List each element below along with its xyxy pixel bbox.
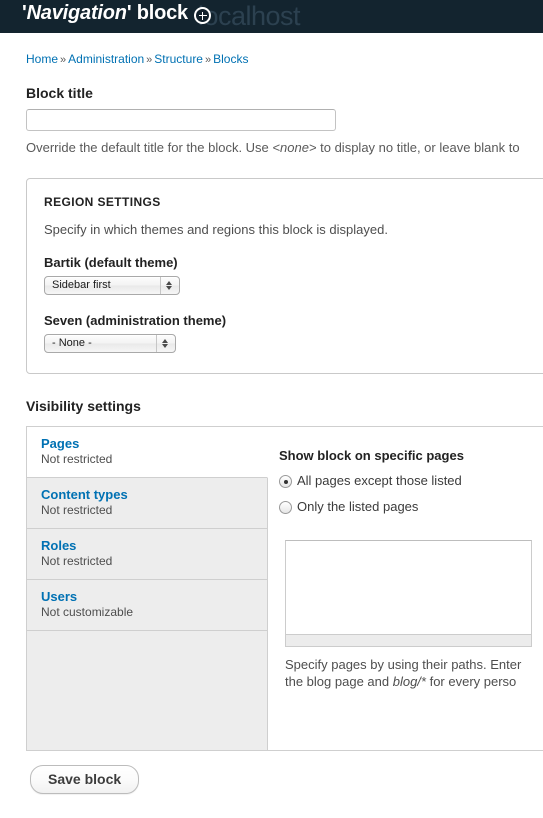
breadcrumb-item-home[interactable]: Home — [26, 52, 58, 66]
breadcrumb-separator: » — [60, 54, 67, 66]
bartik-region-select-value: Sidebar first — [52, 279, 111, 291]
block-title-description-part1: Override the default title for the block… — [26, 140, 273, 155]
bartik-theme-label: Bartik (default theme) — [44, 255, 178, 270]
breadcrumb-item-administration[interactable]: Administration — [68, 52, 144, 66]
region-settings-fieldset: REGION SETTINGS Specify in which themes … — [26, 178, 543, 374]
pages-pane-description-code: blog/* — [392, 674, 426, 689]
radio-all-pages-except-indicator[interactable] — [279, 475, 292, 488]
block-title-label: Block title — [26, 85, 93, 101]
tab-pages-summary: Not restricted — [41, 452, 113, 466]
tab-roles-title: Roles — [41, 538, 77, 553]
tab-users[interactable]: Users Not customizable — [27, 580, 267, 631]
chevron-updown-icon — [160, 277, 178, 294]
chevron-updown-icon — [156, 335, 174, 352]
pages-pane-title: Show block on specific pages — [279, 448, 464, 463]
bartik-region-select[interactable]: Sidebar first — [44, 276, 180, 295]
page-title-emphasis: Navigation — [26, 2, 127, 24]
seven-region-select[interactable]: - None - — [44, 334, 176, 353]
pages-textarea[interactable] — [285, 540, 532, 635]
textarea-resize-grip[interactable] — [285, 635, 532, 647]
breadcrumb-item-structure[interactable]: Structure — [154, 52, 203, 66]
page-title-suffix: ' block — [126, 2, 188, 24]
tab-pages[interactable]: Pages Not restricted — [27, 427, 268, 478]
breadcrumb: Home» Administration» Structure» Blocks — [26, 52, 543, 66]
pages-tab-pane: Show block on specific pages All pages e… — [268, 427, 543, 750]
vertical-tabs-list: Pages Not restricted Content types Not r… — [27, 427, 268, 750]
pages-textarea-wrap — [285, 540, 532, 647]
header-watermark: localhost — [198, 1, 301, 31]
page-title: 'Navigation' block — [22, 2, 188, 25]
tab-roles[interactable]: Roles Not restricted — [27, 529, 267, 580]
radio-option-only-listed[interactable]: Only the listed pages — [279, 499, 543, 515]
block-title-description: Override the default title for the block… — [26, 140, 543, 156]
tab-content-types-title: Content types — [41, 487, 128, 502]
seven-theme-label: Seven (administration theme) — [44, 313, 227, 328]
radio-only-listed-label: Only the listed pages — [297, 499, 419, 514]
seven-region-select-value: - None - — [52, 337, 92, 349]
radio-all-pages-except-label: All pages except those listed — [297, 473, 462, 488]
block-title-description-code: <none> — [272, 140, 317, 155]
page-content: Home» Administration» Structure» Blocks Blo… — [0, 52, 543, 794]
visibility-vertical-tabs: Pages Not restricted Content types Not r… — [26, 426, 543, 751]
region-settings-legend: REGION SETTINGS — [44, 195, 161, 209]
pages-pane-description-line2-part2: for every perso — [425, 674, 517, 689]
block-title-input[interactable] — [26, 109, 336, 131]
radio-only-listed-indicator[interactable] — [279, 501, 292, 514]
tab-content-types[interactable]: Content types Not restricted — [27, 478, 267, 529]
crosshair-circle-icon — [194, 7, 211, 24]
tab-roles-summary: Not restricted — [41, 554, 113, 568]
tab-users-summary: Not customizable — [41, 605, 134, 619]
block-title-description-part2: to display no title, or leave blank to — [316, 140, 520, 155]
save-block-button[interactable]: Save block — [30, 765, 140, 794]
breadcrumb-separator: » — [146, 54, 153, 66]
breadcrumb-item-blocks[interactable]: Blocks — [213, 52, 248, 66]
region-settings-description: Specify in which themes and regions this… — [44, 222, 388, 237]
radio-option-all-pages-except[interactable]: All pages except those listed — [279, 473, 543, 489]
tab-pages-title: Pages — [41, 436, 80, 451]
pages-pane-description-line2-part1: the blog page and — [285, 674, 393, 689]
page-header: localhost 'Navigation' block — [0, 0, 543, 33]
tab-users-title: Users — [41, 589, 78, 604]
visibility-settings-label: Visibility settings — [26, 398, 141, 414]
pages-pane-description-line1: Specify pages by using their paths. Ente… — [285, 657, 522, 672]
breadcrumb-separator: » — [204, 54, 212, 66]
pages-pane-description: Specify pages by using their paths. Ente… — [285, 656, 543, 690]
tab-content-types-summary: Not restricted — [41, 503, 113, 517]
